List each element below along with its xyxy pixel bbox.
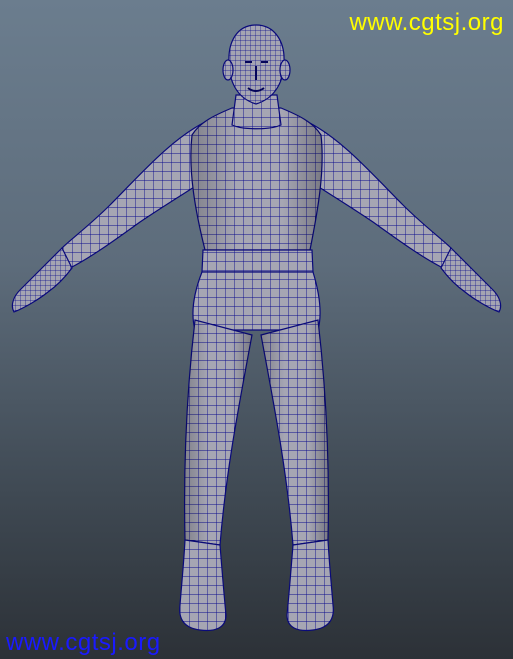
watermark-bottom: www.cgtsj.org [6, 629, 161, 656]
watermark-top: www.cgtsj.org [349, 9, 504, 36]
right-boot [286, 539, 334, 632]
left-hand [11, 246, 73, 313]
right-arm [307, 121, 452, 269]
left-boot [179, 539, 227, 632]
right-hand [440, 246, 502, 313]
3d-viewport[interactable]: www.cgtsj.org www.cgtsj.org [0, 0, 513, 659]
right-ear [279, 59, 291, 81]
left-ear [222, 59, 234, 81]
hips [192, 271, 321, 331]
waistband [201, 249, 314, 273]
left-arm [61, 121, 206, 269]
character-wireframe-icon[interactable] [0, 0, 513, 659]
